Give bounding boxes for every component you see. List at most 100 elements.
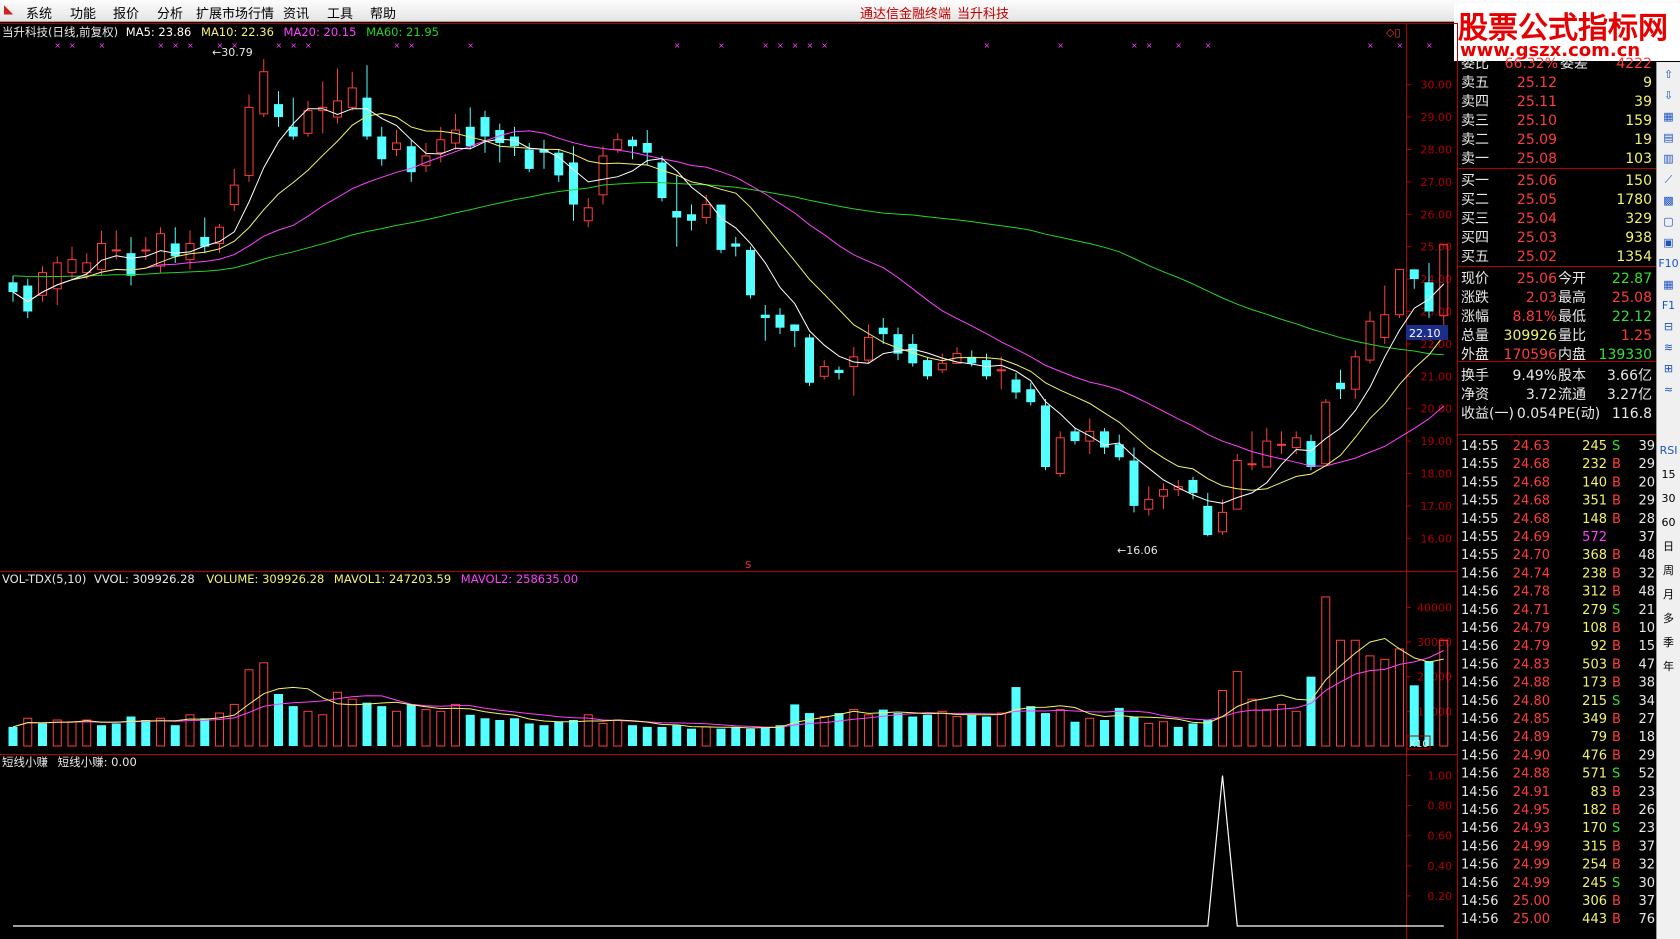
candle-body	[347, 87, 357, 108]
toolbar-icon[interactable]: ⇧	[1657, 66, 1680, 84]
tick-count: 32	[1638, 858, 1655, 873]
price-tick-label: 17.00	[1421, 500, 1453, 513]
candle-body	[687, 214, 696, 221]
stat-value: 3.66亿	[1607, 368, 1652, 384]
toolbar-icon[interactable]: ▣	[1657, 234, 1680, 252]
period-button[interactable]: 15	[1657, 466, 1680, 484]
toolbar-icon[interactable]: ⟋	[1657, 171, 1680, 189]
stat-value: 25.08	[1612, 290, 1652, 306]
tick-count: 30	[1638, 876, 1655, 891]
bid-level-label: 买四	[1461, 230, 1489, 246]
panel-restore-icon[interactable]: ◇▯	[1386, 26, 1401, 39]
bid-price: 25.06	[1517, 173, 1557, 189]
volume-bar	[274, 694, 283, 746]
stat-value: 3.27亿	[1607, 387, 1652, 403]
bid-volume: 329	[1625, 211, 1652, 227]
period-button[interactable]: 多	[1657, 610, 1680, 628]
tick-volume: 170	[1582, 821, 1607, 836]
period-button[interactable]: 年	[1657, 658, 1680, 676]
candle-body	[583, 207, 593, 222]
tick-time: 14:55	[1461, 530, 1498, 545]
tick-price: 25.00	[1513, 894, 1550, 909]
tick-time: 14:55	[1461, 512, 1498, 527]
volume-bar	[495, 720, 505, 746]
bid-volume: 938	[1625, 230, 1652, 246]
period-button[interactable]: 周	[1657, 562, 1680, 580]
period-button[interactable]: 30	[1657, 490, 1680, 508]
low-value: 16.06	[1126, 544, 1158, 557]
tick-volume: 173	[1582, 676, 1607, 691]
tick-price: 24.90	[1513, 748, 1550, 763]
volume-bar	[746, 728, 755, 746]
tick-time: 14:56	[1461, 748, 1498, 763]
bid-level-label: 买一	[1461, 173, 1489, 189]
candle-body	[1218, 511, 1227, 533]
volume-bar	[200, 718, 210, 746]
bid-price: 25.05	[1517, 192, 1557, 208]
ma60-line	[12, 181, 1444, 356]
tick-price: 24.68	[1513, 475, 1550, 490]
volume-bar	[244, 669, 254, 747]
signal-cross: ×	[1057, 41, 1064, 50]
toolbar-icon[interactable]: F10	[1657, 255, 1680, 273]
stat-value: 2.03	[1526, 290, 1557, 306]
high-value: 30.79	[221, 46, 253, 59]
bid-volume: 1354	[1616, 249, 1652, 265]
volume-bar	[1321, 596, 1331, 747]
volume-bar	[38, 723, 47, 746]
tick-count: 15	[1638, 639, 1655, 654]
period-button[interactable]: RSI	[1657, 442, 1680, 460]
toolbar-icon[interactable]: ≋	[1657, 339, 1680, 357]
signal-cross: ×	[984, 41, 991, 50]
tick-count: 21	[1638, 603, 1655, 618]
chart-area[interactable]: 16.0017.0018.0019.0020.0021.0022.0023.00…	[0, 0, 1656, 939]
period-button[interactable]: 季	[1657, 634, 1680, 652]
candle-body	[1336, 382, 1345, 390]
tick-price: 24.71	[1513, 603, 1550, 618]
toolbar-icon[interactable]: ▢	[1657, 213, 1680, 231]
tick-price: 24.74	[1513, 566, 1550, 581]
tick-price: 24.95	[1513, 803, 1550, 818]
toolbar-icon[interactable]: ▦	[1657, 108, 1680, 126]
tick-side: B	[1612, 621, 1621, 636]
ask-level-label: 卖三	[1461, 113, 1489, 129]
tick-count: 26	[1638, 803, 1655, 818]
toolbar-icon[interactable]: ▩	[1657, 192, 1680, 210]
toolbar-icon[interactable]: F1	[1657, 297, 1680, 315]
signal-cross: ×	[762, 41, 769, 50]
toolbar-icon[interactable]: ▦	[1657, 276, 1680, 294]
candle-body	[1159, 489, 1168, 497]
toolbar-icon[interactable]: ⊞	[1657, 360, 1680, 378]
volume-bar	[760, 726, 770, 746]
signal-cross: ×	[1175, 41, 1182, 50]
toolbar-icon[interactable]: ⇩	[1657, 87, 1680, 105]
period-button[interactable]: 日	[1657, 538, 1680, 556]
stat-value: 25.06	[1517, 271, 1557, 287]
candle-body	[1409, 269, 1419, 280]
volume-bar	[1247, 698, 1257, 747]
candle-body	[937, 362, 947, 371]
toolbar-icon[interactable]: ≈	[1657, 381, 1680, 399]
tick-side: B	[1612, 785, 1621, 800]
tick-side: S	[1612, 821, 1620, 836]
period-button[interactable]: 60	[1657, 514, 1680, 532]
volume-tick-label: 40000	[1417, 601, 1452, 614]
tick-side: B	[1612, 676, 1621, 691]
volume-bars	[8, 596, 1449, 747]
candle-body	[1011, 379, 1021, 393]
volume-bar	[229, 703, 239, 747]
volume-bar	[1306, 676, 1316, 746]
candle-body	[746, 249, 755, 296]
toolbar-icon[interactable]: ⊟	[1657, 318, 1680, 336]
tick-time: 14:56	[1461, 821, 1498, 836]
period-button[interactable]: 月	[1657, 586, 1680, 604]
signal-marks: × × × × × × × × × × × × × × × × × × × × × × × × × × × × × ×	[54, 41, 1432, 50]
order-ratio-label: 委比	[1461, 56, 1489, 72]
volume-bar	[347, 698, 357, 747]
tick-side: B	[1612, 712, 1621, 727]
tick-time: 14:55	[1461, 457, 1498, 472]
toolbar-icon[interactable]: ▥	[1657, 150, 1680, 168]
toolbar-icon[interactable]: ▤	[1657, 129, 1680, 147]
tick-time: 14:56	[1461, 639, 1498, 654]
candle-body	[451, 129, 460, 144]
